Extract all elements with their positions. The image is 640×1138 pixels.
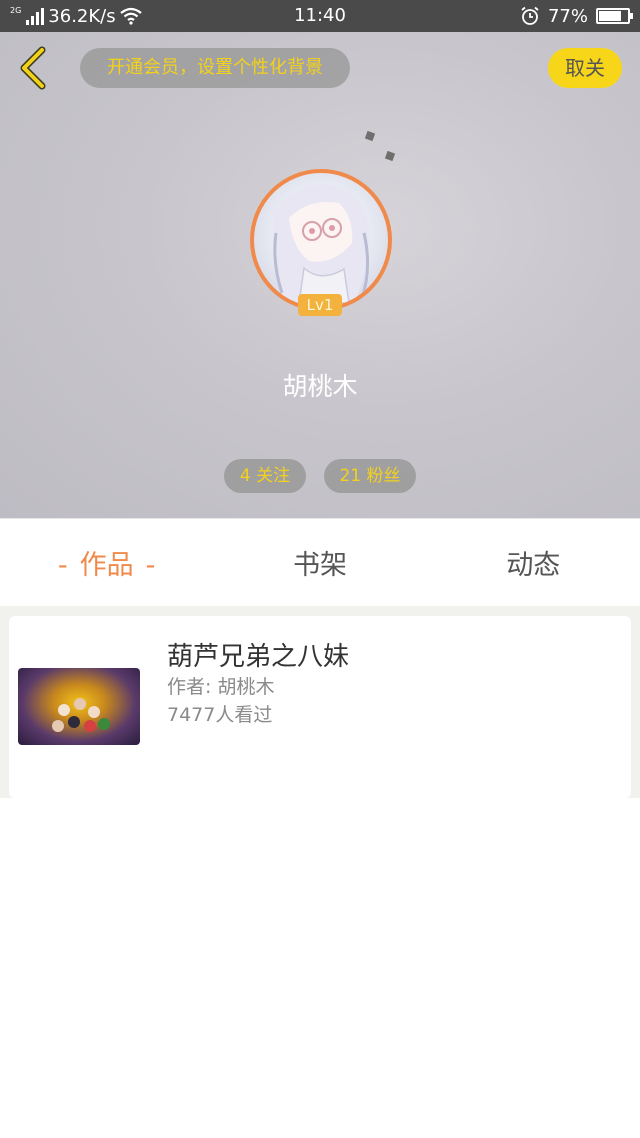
decoration-shape bbox=[364, 130, 376, 142]
status-left: 2G 36.2K/s bbox=[10, 6, 142, 27]
cover-figure bbox=[68, 716, 80, 728]
work-title[interactable]: 葫芦兄弟之八妹 bbox=[167, 636, 349, 673]
username: 胡桃木 bbox=[282, 372, 358, 401]
status-right: 77% bbox=[520, 5, 633, 27]
cover-figure bbox=[74, 698, 86, 710]
tab-indicator-left: - bbox=[57, 550, 68, 581]
following-count[interactable]: 4 关注 bbox=[224, 459, 306, 493]
status-bar: 2G 36.2K/s 11:40 77% bbox=[0, 0, 640, 32]
battery-percent: 77% bbox=[547, 5, 588, 27]
work-card[interactable]: 葫芦兄弟之八妹 作者: 胡桃木 7477人看过 bbox=[9, 616, 631, 798]
work-cover-image[interactable] bbox=[18, 668, 140, 745]
cover-figure bbox=[52, 720, 64, 732]
tab-works[interactable]: - 作品 - bbox=[0, 543, 213, 582]
tab-bookshelf[interactable]: 书架 bbox=[213, 543, 426, 582]
profile-tabs: - 作品 - 书架 动态 bbox=[0, 518, 640, 606]
profile-header: 开通会员，设置个性化背景 取关 Lv1 胡桃木 4 关注 21 粉丝 bbox=[0, 32, 640, 518]
tab-label: 作品 bbox=[79, 550, 134, 581]
cover-figure bbox=[84, 720, 96, 732]
battery-icon bbox=[596, 8, 633, 24]
wifi-icon bbox=[119, 7, 142, 25]
avatar[interactable] bbox=[250, 169, 392, 311]
network-type: 2G bbox=[10, 6, 22, 15]
tab-label: 书架 bbox=[292, 550, 347, 581]
chevron-left-icon bbox=[20, 46, 46, 90]
back-button[interactable] bbox=[14, 46, 54, 90]
cover-figure bbox=[88, 706, 100, 718]
avatar-illustration bbox=[272, 184, 370, 304]
level-badge: Lv1 bbox=[298, 294, 342, 316]
unfollow-button[interactable]: 取关 bbox=[548, 48, 622, 88]
signal-icon bbox=[26, 7, 45, 25]
work-view-count: 7477人看过 bbox=[167, 704, 273, 726]
tab-activity[interactable]: 动态 bbox=[427, 543, 640, 582]
alarm-icon bbox=[521, 6, 539, 25]
network-speed: 36.2K/s bbox=[48, 5, 116, 27]
tab-indicator-right: - bbox=[145, 550, 156, 581]
followers-count[interactable]: 21 粉丝 bbox=[324, 459, 416, 493]
work-author: 作者: 胡桃木 bbox=[167, 676, 275, 698]
vip-background-prompt[interactable]: 开通会员，设置个性化背景 bbox=[80, 48, 350, 88]
decoration-shape bbox=[384, 150, 396, 162]
cover-figure bbox=[58, 704, 70, 716]
cover-figure bbox=[98, 718, 110, 730]
tab-label: 动态 bbox=[506, 550, 561, 581]
battery-fill bbox=[599, 11, 621, 21]
